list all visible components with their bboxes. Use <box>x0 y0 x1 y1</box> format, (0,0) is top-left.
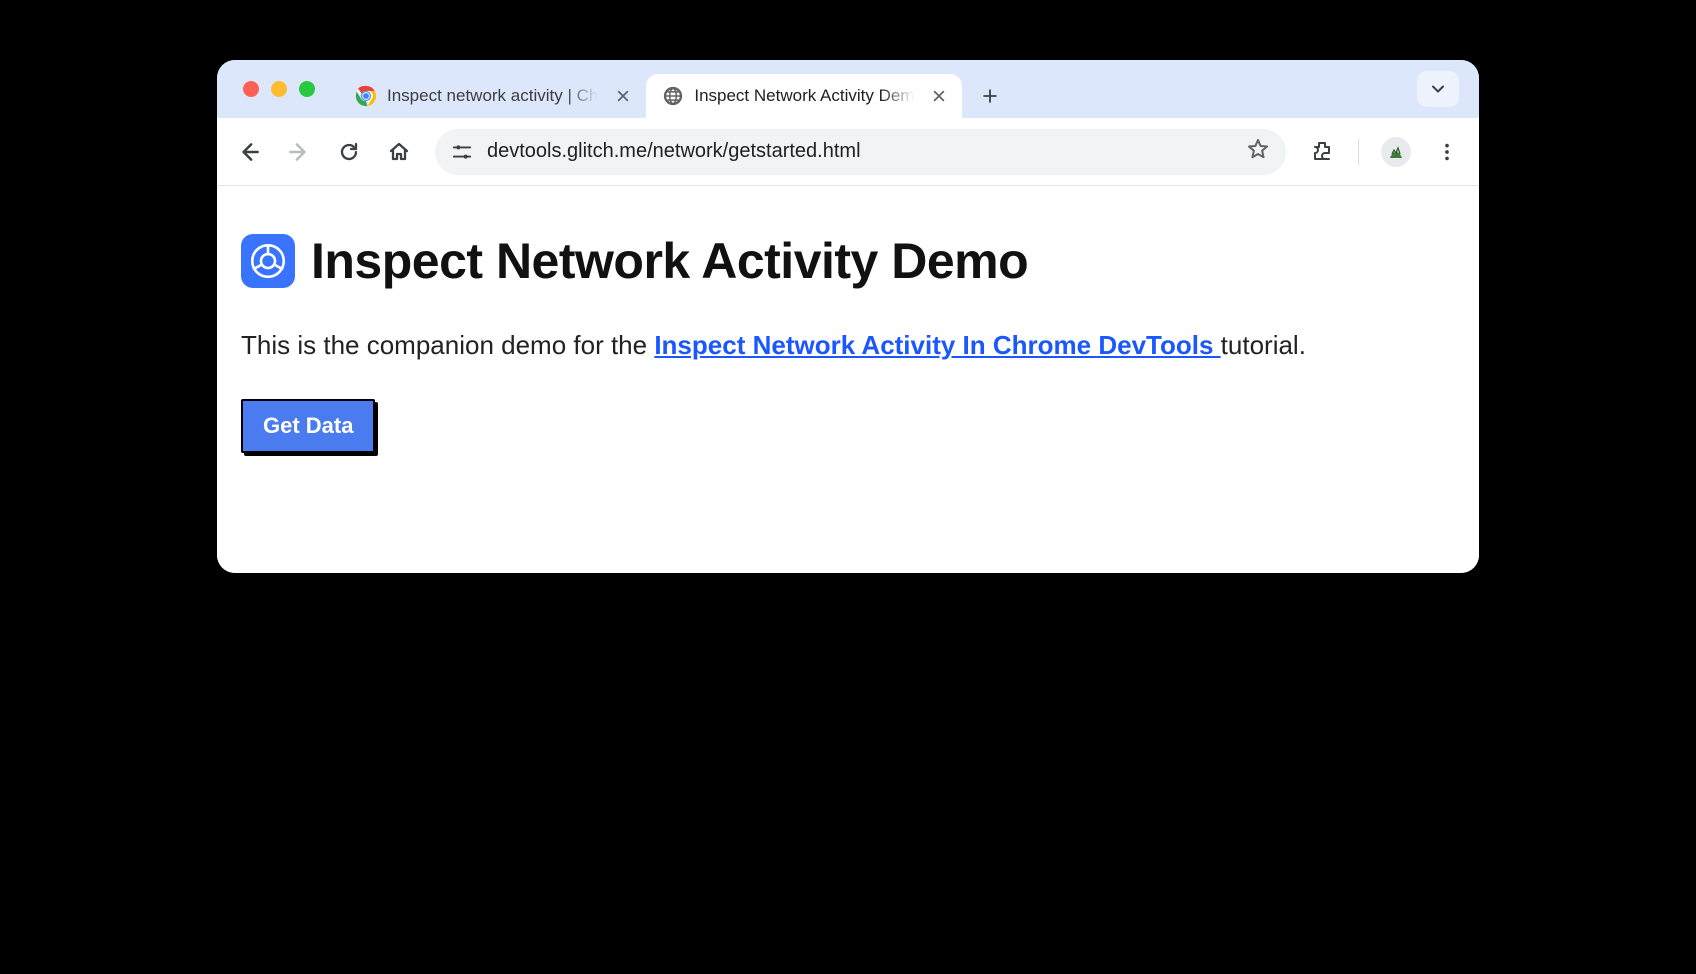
page-heading: Inspect Network Activity Demo <box>311 232 1028 290</box>
page-description: This is the companion demo for the Inspe… <box>241 328 1455 363</box>
toolbar: devtools.glitch.me/network/getstarted.ht… <box>217 118 1479 186</box>
bookmark-icon[interactable] <box>1246 137 1270 166</box>
home-button[interactable] <box>385 138 413 166</box>
profile-avatar[interactable] <box>1381 137 1411 167</box>
globe-icon <box>662 85 684 107</box>
toolbar-right <box>1308 137 1461 167</box>
menu-icon[interactable] <box>1433 138 1461 166</box>
window-controls <box>229 60 339 118</box>
new-tab-button[interactable] <box>972 78 1008 114</box>
toolbar-divider <box>1358 139 1359 165</box>
address-bar[interactable]: devtools.glitch.me/network/getstarted.ht… <box>435 129 1286 175</box>
tabs-dropdown-button[interactable] <box>1417 71 1459 107</box>
browser-window: Inspect network activity | Ch Inspect Ne… <box>217 60 1479 573</box>
close-tab-icon[interactable] <box>930 87 948 105</box>
desc-suffix: tutorial. <box>1221 330 1306 360</box>
title-row: Inspect Network Activity Demo <box>241 232 1455 290</box>
desc-prefix: This is the companion demo for the <box>241 330 654 360</box>
reload-button[interactable] <box>335 138 363 166</box>
close-tab-icon[interactable] <box>614 87 632 105</box>
page-content: Inspect Network Activity Demo This is th… <box>217 186 1479 573</box>
tab-inactive[interactable]: Inspect network activity | Ch <box>339 74 646 118</box>
site-settings-icon[interactable] <box>451 141 473 163</box>
chrome-badge-icon <box>241 234 295 288</box>
tab-strip: Inspect network activity | Ch Inspect Ne… <box>217 60 1479 118</box>
maximize-window-button[interactable] <box>299 81 315 97</box>
tab-title: Inspect network activity | Ch <box>387 86 598 106</box>
tab-active[interactable]: Inspect Network Activity Dem <box>646 74 962 118</box>
chrome-logo-icon <box>355 85 377 107</box>
tutorial-link[interactable]: Inspect Network Activity In Chrome DevTo… <box>654 330 1220 360</box>
forward-button[interactable] <box>285 138 313 166</box>
get-data-button[interactable]: Get Data <box>241 399 375 453</box>
minimize-window-button[interactable] <box>271 81 287 97</box>
close-window-button[interactable] <box>243 81 259 97</box>
url-text: devtools.glitch.me/network/getstarted.ht… <box>487 140 1232 163</box>
back-button[interactable] <box>235 138 263 166</box>
extensions-icon[interactable] <box>1308 138 1336 166</box>
tab-title: Inspect Network Activity Dem <box>694 86 914 106</box>
